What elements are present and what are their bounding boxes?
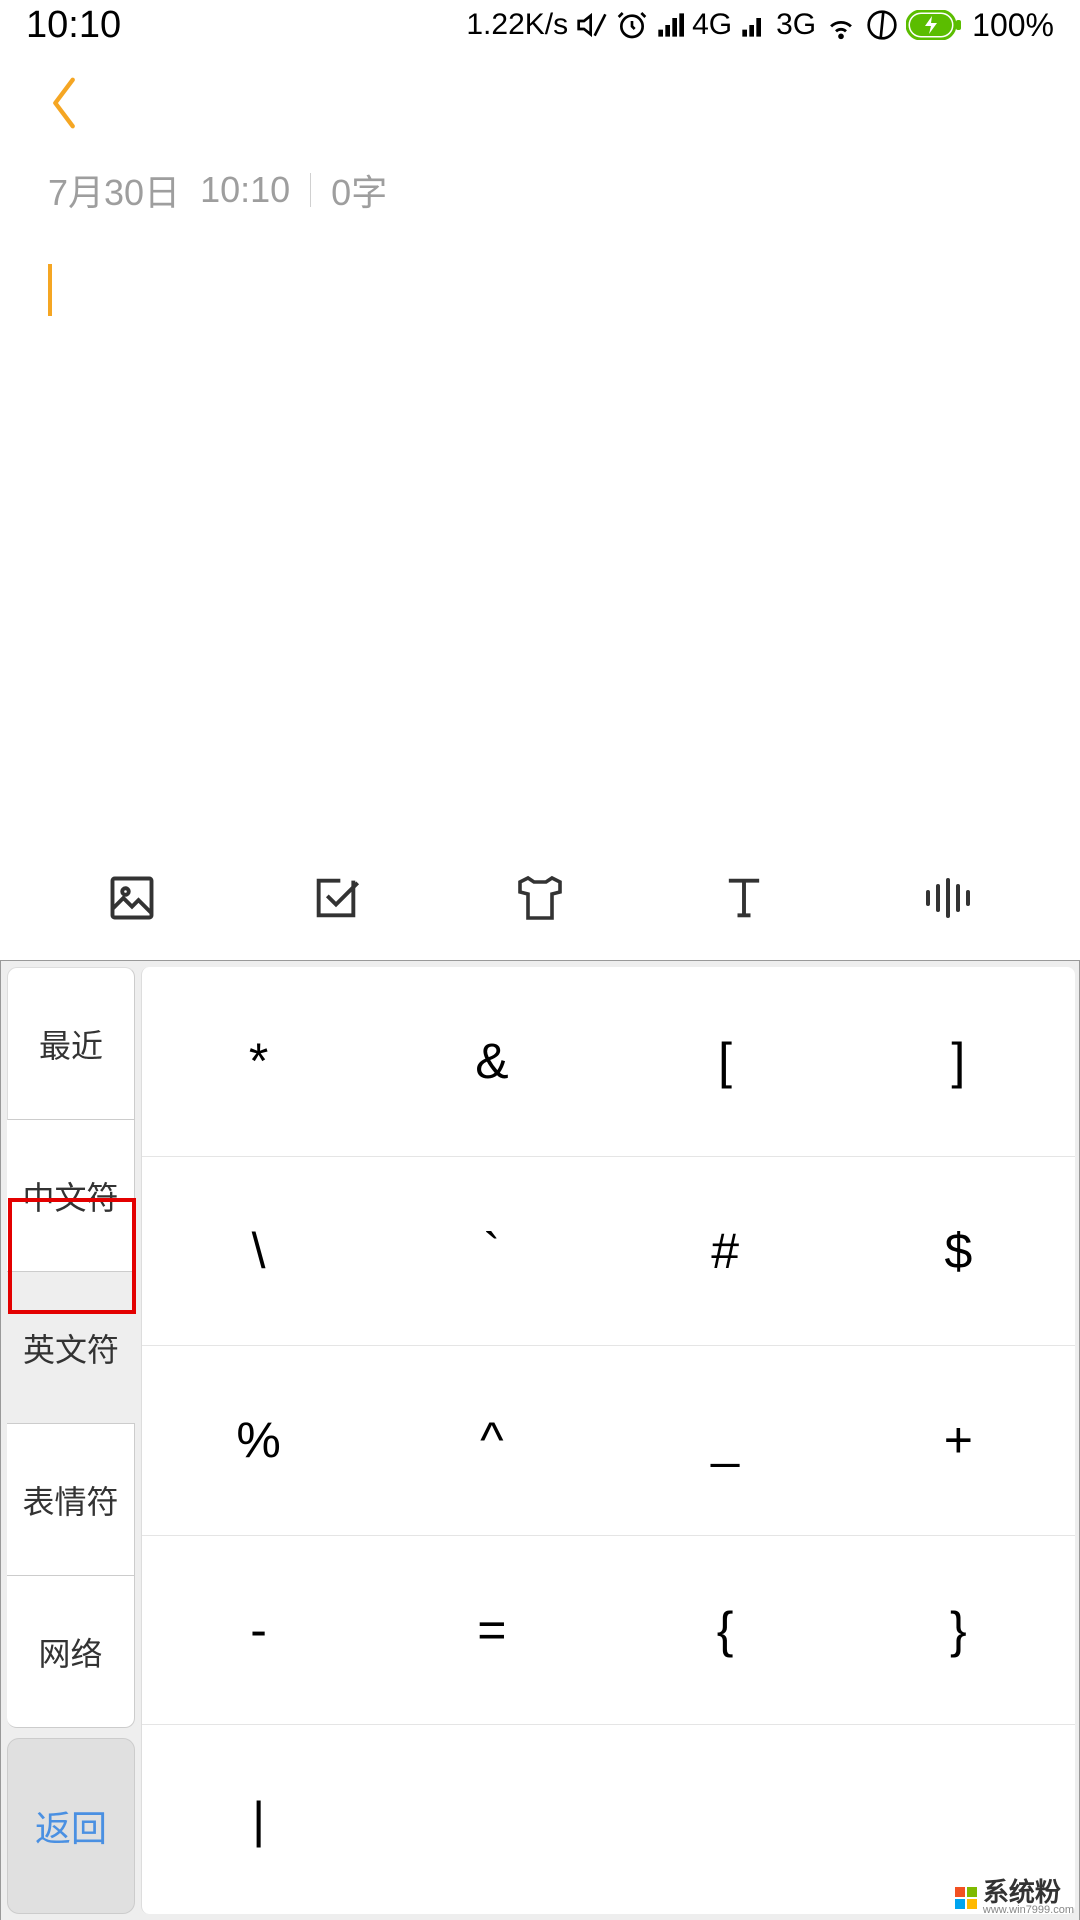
key-plus[interactable]: + <box>842 1346 1075 1535</box>
watermark-logo-icon <box>955 1887 977 1909</box>
key-asterisk[interactable]: * <box>142 967 375 1156</box>
battery-charging-icon <box>906 10 962 40</box>
watermark: 系统粉 www.win7999.com <box>949 1875 1080 1920</box>
note-edit-area[interactable] <box>0 216 1080 776</box>
checklist-button[interactable] <box>296 858 376 938</box>
key-lbracket[interactable]: [ <box>609 967 842 1156</box>
key-pipe[interactable]: | <box>142 1725 375 1914</box>
signal-icon <box>656 11 684 39</box>
note-meta: 7月30日 10:10 0字 <box>0 160 1080 216</box>
key-rbracket[interactable]: ] <box>842 967 1075 1156</box>
keyboard-grid: * & [ ] \ ` # $ % ^ _ + - = { } | <box>141 967 1075 1914</box>
signal-icon-2 <box>740 11 768 39</box>
key-hyphen[interactable]: - <box>142 1536 375 1725</box>
key-caret[interactable]: ^ <box>375 1346 608 1535</box>
symbol-keyboard: 最近 中文符 英文符 表情符 网络 返回 * & [ ] \ ` # $ % ^… <box>0 960 1080 1920</box>
voice-button[interactable] <box>908 858 988 938</box>
network-type-2: 3G <box>776 8 816 42</box>
key-dollar[interactable]: $ <box>842 1157 1075 1346</box>
wifi-icon <box>824 8 858 42</box>
key-empty-1[interactable] <box>375 1725 608 1914</box>
key-ampersand[interactable]: & <box>375 967 608 1156</box>
note-time: 10:10 <box>200 169 290 211</box>
dnd-icon <box>866 9 898 41</box>
key-percent[interactable]: % <box>142 1346 375 1535</box>
text-style-button[interactable] <box>704 858 784 938</box>
theme-button[interactable] <box>500 858 580 938</box>
status-right: 1.22K/s 4G 3G 100% <box>466 7 1054 44</box>
network-speed: 1.22K/s <box>466 8 568 42</box>
back-button[interactable] <box>42 74 86 137</box>
key-backtick[interactable]: ` <box>375 1157 608 1346</box>
status-bar: 10:10 1.22K/s 4G 3G 100% <box>0 0 1080 50</box>
tab-emoji[interactable]: 表情符 <box>7 1424 135 1576</box>
tab-chinese-symbols[interactable]: 中文符 <box>7 1120 135 1272</box>
alarm-icon <box>616 9 648 41</box>
key-lbrace[interactable]: { <box>609 1536 842 1725</box>
watermark-sub: www.win7999.com <box>983 1905 1074 1916</box>
keyboard-category-sidebar: 最近 中文符 英文符 表情符 网络 返回 <box>1 961 141 1920</box>
battery-percentage: 100% <box>972 7 1054 44</box>
key-empty-2[interactable] <box>609 1725 842 1914</box>
app-header <box>0 50 1080 160</box>
note-date: 7月30日 <box>48 164 180 216</box>
watermark-main: 系统粉 <box>983 1879 1061 1905</box>
image-button[interactable] <box>92 858 172 938</box>
tab-english-symbols[interactable]: 英文符 <box>7 1272 135 1424</box>
keyboard-return-button[interactable]: 返回 <box>7 1738 135 1914</box>
key-equals[interactable]: = <box>375 1536 608 1725</box>
meta-separator <box>310 173 311 207</box>
key-rbrace[interactable]: } <box>842 1536 1075 1725</box>
network-type-1: 4G <box>692 8 732 42</box>
key-underscore[interactable]: _ <box>609 1346 842 1535</box>
tab-recent[interactable]: 最近 <box>7 967 135 1120</box>
word-count: 0字 <box>331 164 387 216</box>
tab-network[interactable]: 网络 <box>7 1576 135 1728</box>
key-hash[interactable]: # <box>609 1157 842 1346</box>
note-toolbar <box>0 843 1080 953</box>
key-backslash[interactable]: \ <box>142 1157 375 1346</box>
status-time: 10:10 <box>26 4 121 47</box>
mute-icon <box>576 9 608 41</box>
text-cursor <box>48 264 52 316</box>
